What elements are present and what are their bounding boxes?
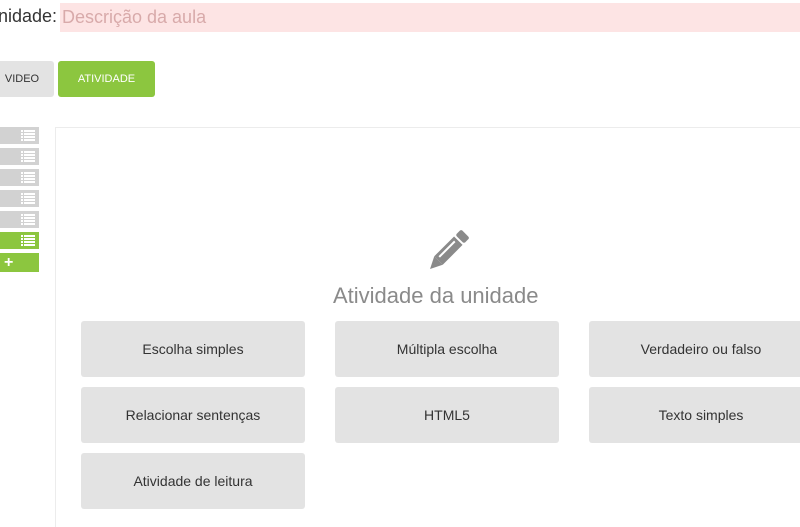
plus-icon: + [4, 253, 14, 271]
unit-item-2[interactable] [0, 148, 39, 165]
tab-activity[interactable]: ATIVIDADE [58, 61, 155, 97]
activity-simple-text-button[interactable]: Texto simples [589, 387, 800, 443]
list-icon [21, 214, 35, 225]
unit-item-5[interactable] [0, 211, 39, 228]
activity-reading-button[interactable]: Atividade de leitura [81, 453, 305, 509]
list-icon [21, 130, 35, 141]
unit-item-1[interactable] [0, 127, 39, 144]
unit-list: + [0, 127, 39, 276]
unit-item-6[interactable] [0, 232, 39, 249]
unit-item-4[interactable] [0, 190, 39, 207]
activity-panel-title: Atividade da unidade [333, 283, 539, 308]
tab-video[interactable]: VIDEO [0, 61, 54, 97]
list-icon [21, 172, 35, 183]
unit-item-3[interactable] [0, 169, 39, 186]
activity-html5-button[interactable]: HTML5 [335, 387, 559, 443]
list-icon [21, 193, 35, 204]
description-label: nidade: [0, 6, 58, 26]
description-input[interactable] [60, 3, 800, 32]
list-icon [21, 151, 35, 162]
activity-multiple-choice-button[interactable]: Múltipla escolha [335, 321, 559, 377]
activity-match-sentences-button[interactable]: Relacionar sentenças [81, 387, 305, 443]
pencil-icon [430, 230, 469, 269]
list-icon [21, 235, 35, 246]
add-unit-button[interactable]: + [0, 253, 39, 272]
activity-single-choice-button[interactable]: Escolha simples [81, 321, 305, 377]
activity-true-false-button[interactable]: Verdadeiro ou falso [589, 321, 800, 377]
